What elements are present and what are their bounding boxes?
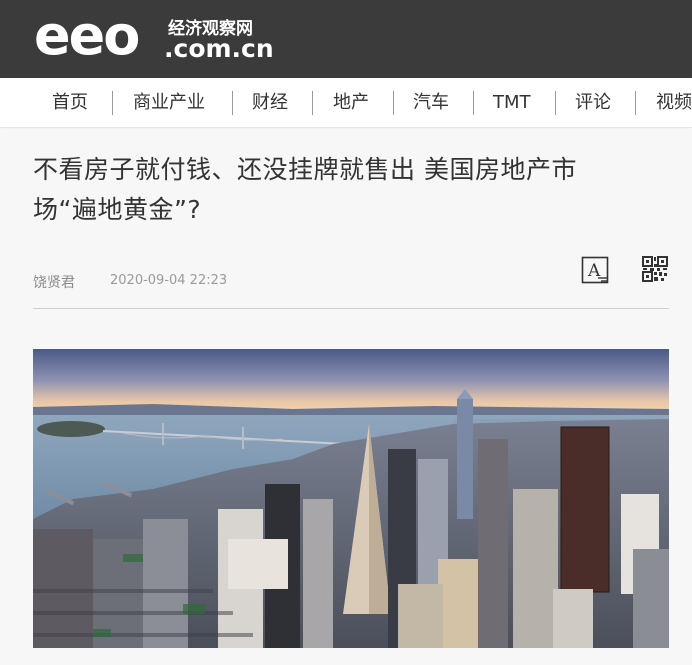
nav-separator xyxy=(312,91,313,115)
nav-item-home[interactable]: 首页 xyxy=(52,91,88,115)
nav-item-business[interactable]: 商业产业 xyxy=(133,91,205,115)
nav-item-finance[interactable]: 财经 xyxy=(252,91,288,115)
logo-domain: .com.cn xyxy=(164,34,274,63)
article-hero-image xyxy=(33,349,669,648)
article-timestamp: 2020-09-04 22:23 xyxy=(110,273,228,288)
nav-separator xyxy=(473,91,474,115)
nav-item-realestate[interactable]: 地产 xyxy=(333,91,369,115)
nav-item-tmt[interactable]: TMT xyxy=(493,91,531,115)
nav-separator xyxy=(112,91,113,115)
nav-separator xyxy=(232,91,233,115)
nav-item-opinion[interactable]: 评论 xyxy=(575,91,611,115)
site-header: eeo 经济观察网 .com.cn xyxy=(0,0,692,78)
font-size-icon[interactable]: A xyxy=(581,256,609,284)
qr-code-icon[interactable] xyxy=(642,256,668,282)
nav-separator xyxy=(635,91,636,115)
article-divider xyxy=(33,308,669,309)
nav-separator xyxy=(555,91,556,115)
logo-eeo-text: eeo xyxy=(34,4,140,67)
article-author[interactable]: 饶贤君 xyxy=(33,272,75,292)
main-nav: 首页 商业产业 财经 地产 汽车 TMT 评论 视频 xyxy=(0,78,692,128)
nav-separator xyxy=(393,91,394,115)
article-title-line1: 不看房子就付钱、还没挂牌就售出 美国房地产市 xyxy=(33,155,577,184)
nav-item-video[interactable]: 视频 xyxy=(656,91,692,115)
nav-item-auto[interactable]: 汽车 xyxy=(413,91,449,115)
article-title: 不看房子就付钱、还没挂牌就售出 美国房地产市 场“遍地黄金”? xyxy=(33,150,673,230)
article-title-line2: 场“遍地黄金”? xyxy=(33,195,202,224)
